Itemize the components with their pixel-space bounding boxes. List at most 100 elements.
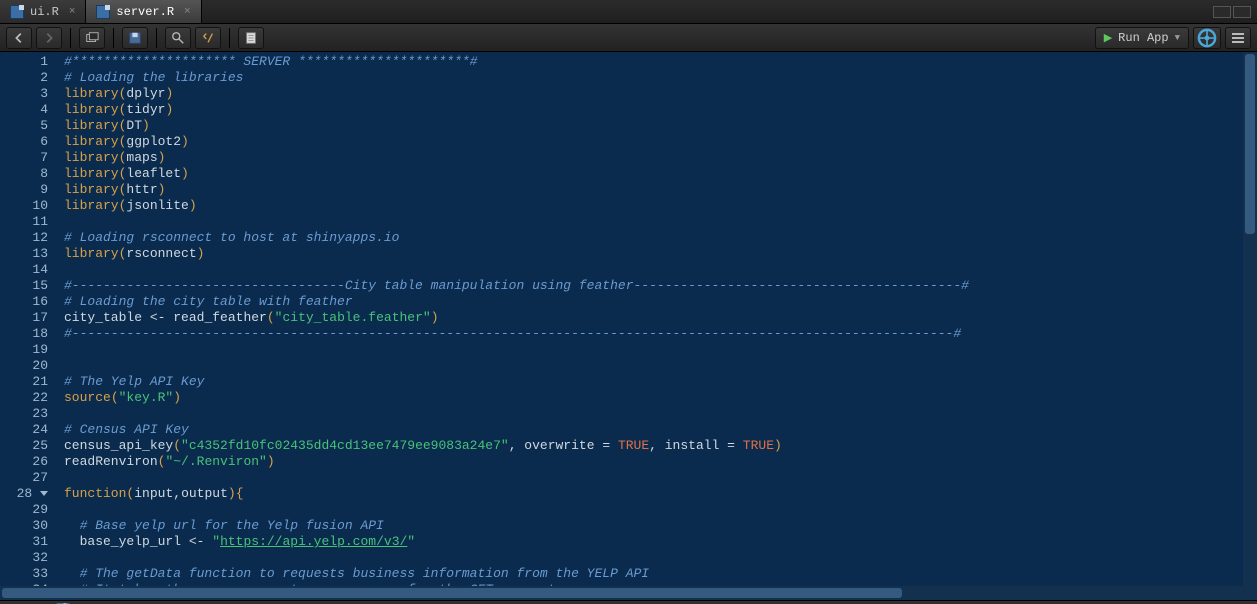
scrollbar-thumb[interactable] bbox=[1245, 54, 1255, 234]
tab-server-r[interactable]: server.R × bbox=[86, 0, 201, 23]
code-line[interactable]: #********************* SERVER **********… bbox=[64, 54, 1257, 70]
code-line[interactable]: library(ggplot2) bbox=[64, 134, 1257, 150]
code-line[interactable]: source("key.R") bbox=[64, 390, 1257, 406]
r-file-icon bbox=[10, 5, 24, 19]
line-number: 11 bbox=[0, 214, 48, 230]
line-number: 20 bbox=[0, 358, 48, 374]
code-line[interactable]: city_table <- read_feather("city_table.f… bbox=[64, 310, 1257, 326]
line-number: 7 bbox=[0, 150, 48, 166]
line-number: 29 bbox=[0, 502, 48, 518]
code-line[interactable] bbox=[64, 342, 1257, 358]
code-line[interactable]: library(rsconnect) bbox=[64, 246, 1257, 262]
play-icon: ▶ bbox=[1104, 31, 1112, 45]
line-number: 22 bbox=[0, 390, 48, 406]
code-line[interactable]: library(maps) bbox=[64, 150, 1257, 166]
code-line[interactable]: library(jsonlite) bbox=[64, 198, 1257, 214]
line-number: 5 bbox=[0, 118, 48, 134]
separator bbox=[113, 28, 114, 48]
publish-button[interactable] bbox=[1193, 27, 1221, 49]
scrollbar-thumb[interactable] bbox=[2, 588, 902, 598]
code-tools-button[interactable] bbox=[195, 27, 221, 49]
close-icon[interactable]: × bbox=[69, 6, 76, 18]
code-line[interactable]: library(leaflet) bbox=[64, 166, 1257, 182]
separator bbox=[156, 28, 157, 48]
line-number: 26 bbox=[0, 454, 48, 470]
separator bbox=[229, 28, 230, 48]
line-number: 10 bbox=[0, 198, 48, 214]
code-line[interactable]: # The getData function to requests busin… bbox=[64, 566, 1257, 582]
code-line[interactable]: # Base yelp url for the Yelp fusion API bbox=[64, 518, 1257, 534]
compile-report-button[interactable] bbox=[238, 27, 264, 49]
code-line[interactable]: #-----------------------------------City… bbox=[64, 278, 1257, 294]
code-line[interactable] bbox=[64, 550, 1257, 566]
code-area[interactable]: #********************* SERVER **********… bbox=[56, 52, 1257, 586]
code-line[interactable] bbox=[64, 262, 1257, 278]
code-line[interactable] bbox=[64, 406, 1257, 422]
line-number: 23 bbox=[0, 406, 48, 422]
save-button[interactable] bbox=[122, 27, 148, 49]
code-line[interactable]: # Census API Key bbox=[64, 422, 1257, 438]
line-number: 17 bbox=[0, 310, 48, 326]
close-icon[interactable]: × bbox=[184, 6, 191, 18]
line-number: 24 bbox=[0, 422, 48, 438]
tab-ui-r[interactable]: ui.R × bbox=[0, 0, 86, 23]
line-number: 2 bbox=[0, 70, 48, 86]
separator bbox=[70, 28, 71, 48]
vertical-scrollbar[interactable] bbox=[1243, 52, 1257, 586]
code-line[interactable]: library(DT) bbox=[64, 118, 1257, 134]
window-controls bbox=[1213, 0, 1257, 23]
tab-label: server.R bbox=[116, 5, 174, 19]
line-number: 21 bbox=[0, 374, 48, 390]
line-number: 31 bbox=[0, 534, 48, 550]
code-line[interactable] bbox=[64, 502, 1257, 518]
line-number: 12 bbox=[0, 230, 48, 246]
find-button[interactable] bbox=[165, 27, 191, 49]
line-number: 6 bbox=[0, 134, 48, 150]
line-number: 18 bbox=[0, 326, 48, 342]
code-line[interactable]: library(dplyr) bbox=[64, 86, 1257, 102]
code-line[interactable]: base_yelp_url <- "https://api.yelp.com/v… bbox=[64, 534, 1257, 550]
code-line[interactable]: census_api_key("c4352fd10fc02435dd4cd13e… bbox=[64, 438, 1257, 454]
line-number: 19 bbox=[0, 342, 48, 358]
tab-label: ui.R bbox=[30, 5, 59, 19]
code-editor[interactable]: 1234567891011121314151617181920212223242… bbox=[0, 52, 1257, 586]
line-number: 32 bbox=[0, 550, 48, 566]
code-line[interactable]: # Loading the city table with feather bbox=[64, 294, 1257, 310]
minimize-button[interactable] bbox=[1213, 6, 1231, 18]
code-line[interactable] bbox=[64, 214, 1257, 230]
code-line[interactable] bbox=[64, 358, 1257, 374]
line-number: 4 bbox=[0, 102, 48, 118]
code-line[interactable]: #---------------------------------------… bbox=[64, 326, 1257, 342]
horizontal-scrollbar[interactable] bbox=[0, 586, 1257, 600]
code-line[interactable]: readRenviron("~/.Renviron") bbox=[64, 454, 1257, 470]
code-line[interactable]: # Loading the libraries bbox=[64, 70, 1257, 86]
line-number: 16 bbox=[0, 294, 48, 310]
line-number-gutter: 1234567891011121314151617181920212223242… bbox=[0, 52, 56, 586]
outline-button[interactable] bbox=[1225, 27, 1251, 49]
run-app-label: Run App bbox=[1118, 31, 1168, 45]
line-number: 25 bbox=[0, 438, 48, 454]
code-line[interactable]: # Loading rsconnect to host at shinyapps… bbox=[64, 230, 1257, 246]
line-number: 8 bbox=[0, 166, 48, 182]
code-line[interactable]: function(input,output){ bbox=[64, 486, 1257, 502]
line-number: 1 bbox=[0, 54, 48, 70]
line-number: 14 bbox=[0, 262, 48, 278]
show-in-new-window-button[interactable] bbox=[79, 27, 105, 49]
editor-toolbar: ▶ Run App ▼ bbox=[0, 24, 1257, 52]
code-line[interactable]: library(httr) bbox=[64, 182, 1257, 198]
run-app-button[interactable]: ▶ Run App ▼ bbox=[1095, 27, 1189, 49]
line-number: 30 bbox=[0, 518, 48, 534]
line-number: 15 bbox=[0, 278, 48, 294]
maximize-button[interactable] bbox=[1233, 6, 1251, 18]
line-number: 33 bbox=[0, 566, 48, 582]
tab-bar: ui.R × server.R × bbox=[0, 0, 1257, 24]
chevron-down-icon: ▼ bbox=[1175, 33, 1180, 43]
line-number: 13 bbox=[0, 246, 48, 262]
code-line[interactable] bbox=[64, 470, 1257, 486]
code-line[interactable]: library(tidyr) bbox=[64, 102, 1257, 118]
line-number: 28 bbox=[0, 486, 48, 502]
status-bar: 52:19 f <function>(input, output) ▲▼ R S… bbox=[0, 600, 1257, 604]
forward-button[interactable] bbox=[36, 27, 62, 49]
back-button[interactable] bbox=[6, 27, 32, 49]
code-line[interactable]: # The Yelp API Key bbox=[64, 374, 1257, 390]
